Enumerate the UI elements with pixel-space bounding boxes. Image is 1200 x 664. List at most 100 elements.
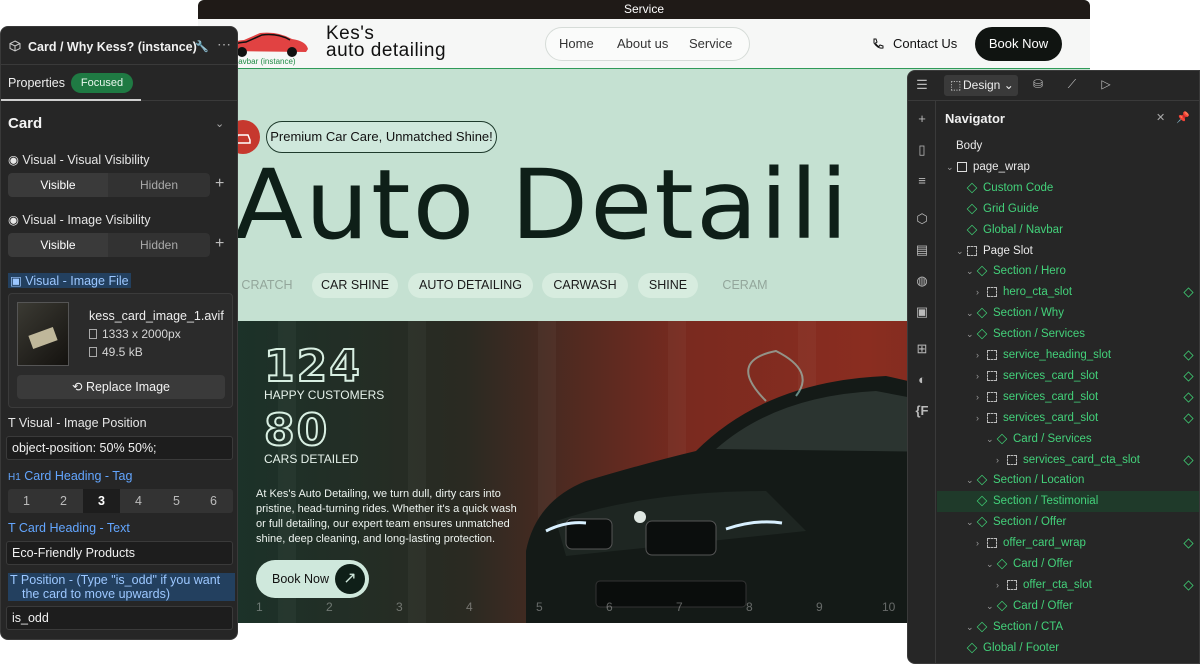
caret-icon[interactable]: ⌄ — [946, 157, 954, 178]
position-input[interactable]: is_odd — [6, 606, 233, 630]
caret-icon[interactable]: ⌄ — [966, 470, 974, 491]
component-icon — [976, 307, 988, 319]
heading-tag-selector: 1 2 3 4 5 6 — [8, 489, 233, 513]
caret-icon[interactable]: ⌄ — [966, 324, 974, 345]
navigator-item[interactable]: ⌄ Card / Services — [937, 429, 1199, 450]
collapse-icon[interactable]: ✕ — [1156, 111, 1165, 124]
navigator-item[interactable]: › services_card_slot — [937, 408, 1199, 429]
caret-icon[interactable]: › — [976, 533, 979, 554]
tab-properties[interactable]: Properties — [8, 76, 65, 90]
hidden-option[interactable]: Hidden — [108, 233, 210, 257]
more-options-icon[interactable]: ⋯ — [217, 36, 231, 53]
heading-tag-option[interactable]: 1 — [8, 489, 45, 513]
caret-icon[interactable]: ⌄ — [986, 596, 994, 617]
caret-icon[interactable]: ⌄ — [986, 554, 994, 575]
navigator-item[interactable]: Grid Guide — [937, 199, 1199, 220]
chevron-down-icon[interactable]: ⌄ — [215, 117, 224, 130]
caret-icon[interactable]: › — [976, 366, 979, 387]
heading-text-input[interactable]: Eco-Friendly Products — [6, 541, 233, 565]
book-now-hero-button[interactable]: Book Now ↗ — [256, 560, 369, 598]
plus-icon[interactable]: + — [215, 235, 224, 253]
caret-icon[interactable]: › — [976, 282, 979, 303]
navigator-item[interactable]: ⌄ Card / Offer — [937, 554, 1199, 575]
caret-icon[interactable]: ⌄ — [966, 303, 974, 324]
slot-icon — [987, 412, 997, 423]
hidden-option[interactable]: Hidden — [108, 173, 210, 197]
navigator-item[interactable]: ⌄ Section / Services — [937, 324, 1199, 345]
cms-icon[interactable]: ▤ — [914, 242, 930, 258]
paint-icon[interactable]: ◐ — [914, 372, 930, 388]
navigator-item[interactable]: › services_card_slot — [937, 366, 1199, 387]
heading-tag-option-selected[interactable]: 3 — [83, 489, 120, 513]
code-icon[interactable]: {F — [914, 403, 930, 419]
caret-icon[interactable]: ⌄ — [966, 512, 974, 533]
play-icon[interactable]: ▷ — [1098, 77, 1114, 93]
navigator-item[interactable]: Global / Navbar — [937, 220, 1199, 241]
pin-icon[interactable]: 📌 — [1176, 111, 1190, 124]
navigator-item[interactable]: › services_card_cta_slot — [937, 450, 1199, 471]
analytics-icon[interactable]: ⟋ — [1064, 77, 1080, 93]
caret-icon[interactable]: ⌄ — [966, 617, 974, 638]
visible-option[interactable]: Visible — [8, 233, 108, 257]
navigator-item[interactable]: Custom Code — [937, 178, 1199, 199]
navigator-item[interactable]: ⌄ Page Slot — [937, 241, 1199, 262]
database-icon[interactable]: ⛁ — [1030, 77, 1046, 93]
add-icon[interactable]: + — [914, 111, 930, 127]
navigator-item[interactable]: ⌄ Section / Why — [937, 303, 1199, 324]
navigator-item-label: Global / Navbar — [983, 223, 1063, 236]
navigator-item[interactable]: ⌄ Section / Offer — [937, 512, 1199, 533]
hero-title: Auto Detaili — [234, 149, 851, 261]
replace-image-button[interactable]: ⟲ Replace Image — [17, 375, 225, 399]
navigator-item[interactable]: › offer_cta_slot — [937, 575, 1199, 596]
heading-tag-option[interactable]: 2 — [45, 489, 82, 513]
navigator-item[interactable]: ⌄ Section / CTA — [937, 617, 1199, 638]
contact-us-link[interactable]: Contact Us — [893, 36, 957, 51]
navigator-item[interactable]: ⌄ Section / Location — [937, 470, 1199, 491]
navigator-item[interactable]: Body — [937, 136, 1199, 157]
page-icon[interactable]: ▯ — [914, 142, 930, 158]
caret-icon[interactable]: › — [996, 575, 999, 596]
navigator-item[interactable]: ⌄ Card / Offer — [937, 596, 1199, 617]
image-thumbnail[interactable] — [17, 302, 69, 366]
caret-icon[interactable]: ⌄ — [986, 429, 994, 450]
navigator-item[interactable]: › service_heading_slot — [937, 345, 1199, 366]
plus-icon[interactable]: + — [215, 175, 224, 193]
navigator-item[interactable]: Section / Testimonial — [937, 491, 1199, 513]
image-position-text: Visual - Image Position — [18, 416, 147, 430]
navigator-item[interactable]: › offer_card_wrap — [937, 533, 1199, 554]
navigator-item[interactable]: ⌄ page_wrap — [937, 157, 1199, 178]
wrench-icon[interactable]: 🔧 — [195, 40, 209, 53]
navigator-item[interactable]: › services_card_slot — [937, 387, 1199, 408]
caret-icon[interactable]: › — [976, 345, 979, 366]
heading-tag-text: Card Heading - Tag — [24, 469, 133, 483]
navigator-icon[interactable]: ≡ — [914, 173, 930, 189]
navigator-item[interactable]: ⌄ Section / Hero — [937, 261, 1199, 282]
site-logo-text[interactable]: Kes's auto detailing — [326, 24, 446, 60]
assets-icon[interactable]: ▣ — [914, 304, 930, 320]
caret-icon[interactable]: ⌄ — [956, 241, 964, 262]
hamburger-menu-icon[interactable]: ☰ — [914, 77, 930, 93]
nav-link-about[interactable]: About us — [617, 36, 668, 51]
variables-icon[interactable]: ◍ — [914, 273, 930, 289]
heading-h1-icon: H1 — [8, 472, 21, 483]
caret-icon[interactable]: › — [996, 450, 999, 471]
heading-tag-option[interactable]: 6 — [195, 489, 232, 513]
visible-option[interactable]: Visible — [8, 173, 108, 197]
image-position-input[interactable]: object-position: 50% 50%; — [6, 436, 233, 460]
navigator-item[interactable]: › hero_cta_slot — [937, 282, 1199, 303]
heading-tag-option[interactable]: 4 — [120, 489, 157, 513]
design-mode-dropdown[interactable]: ⬚ Design ⌄ — [944, 75, 1018, 96]
component-icon — [996, 433, 1008, 444]
apps-icon[interactable]: ⊞ — [914, 341, 930, 357]
caret-icon[interactable]: › — [976, 408, 979, 429]
navigator-item[interactable]: Global / Footer — [937, 638, 1199, 659]
heading-tag-option[interactable]: 5 — [158, 489, 195, 513]
components-icon[interactable]: ⬡ — [914, 211, 930, 227]
nav-link-service[interactable]: Service — [689, 36, 732, 51]
slot-icon — [967, 245, 977, 256]
caret-icon[interactable]: › — [976, 387, 979, 408]
caret-icon[interactable]: ⌄ — [966, 261, 974, 282]
nav-link-home[interactable]: Home — [559, 36, 594, 51]
component-icon — [996, 558, 1008, 570]
book-now-nav-button[interactable]: Book Now — [975, 27, 1062, 61]
